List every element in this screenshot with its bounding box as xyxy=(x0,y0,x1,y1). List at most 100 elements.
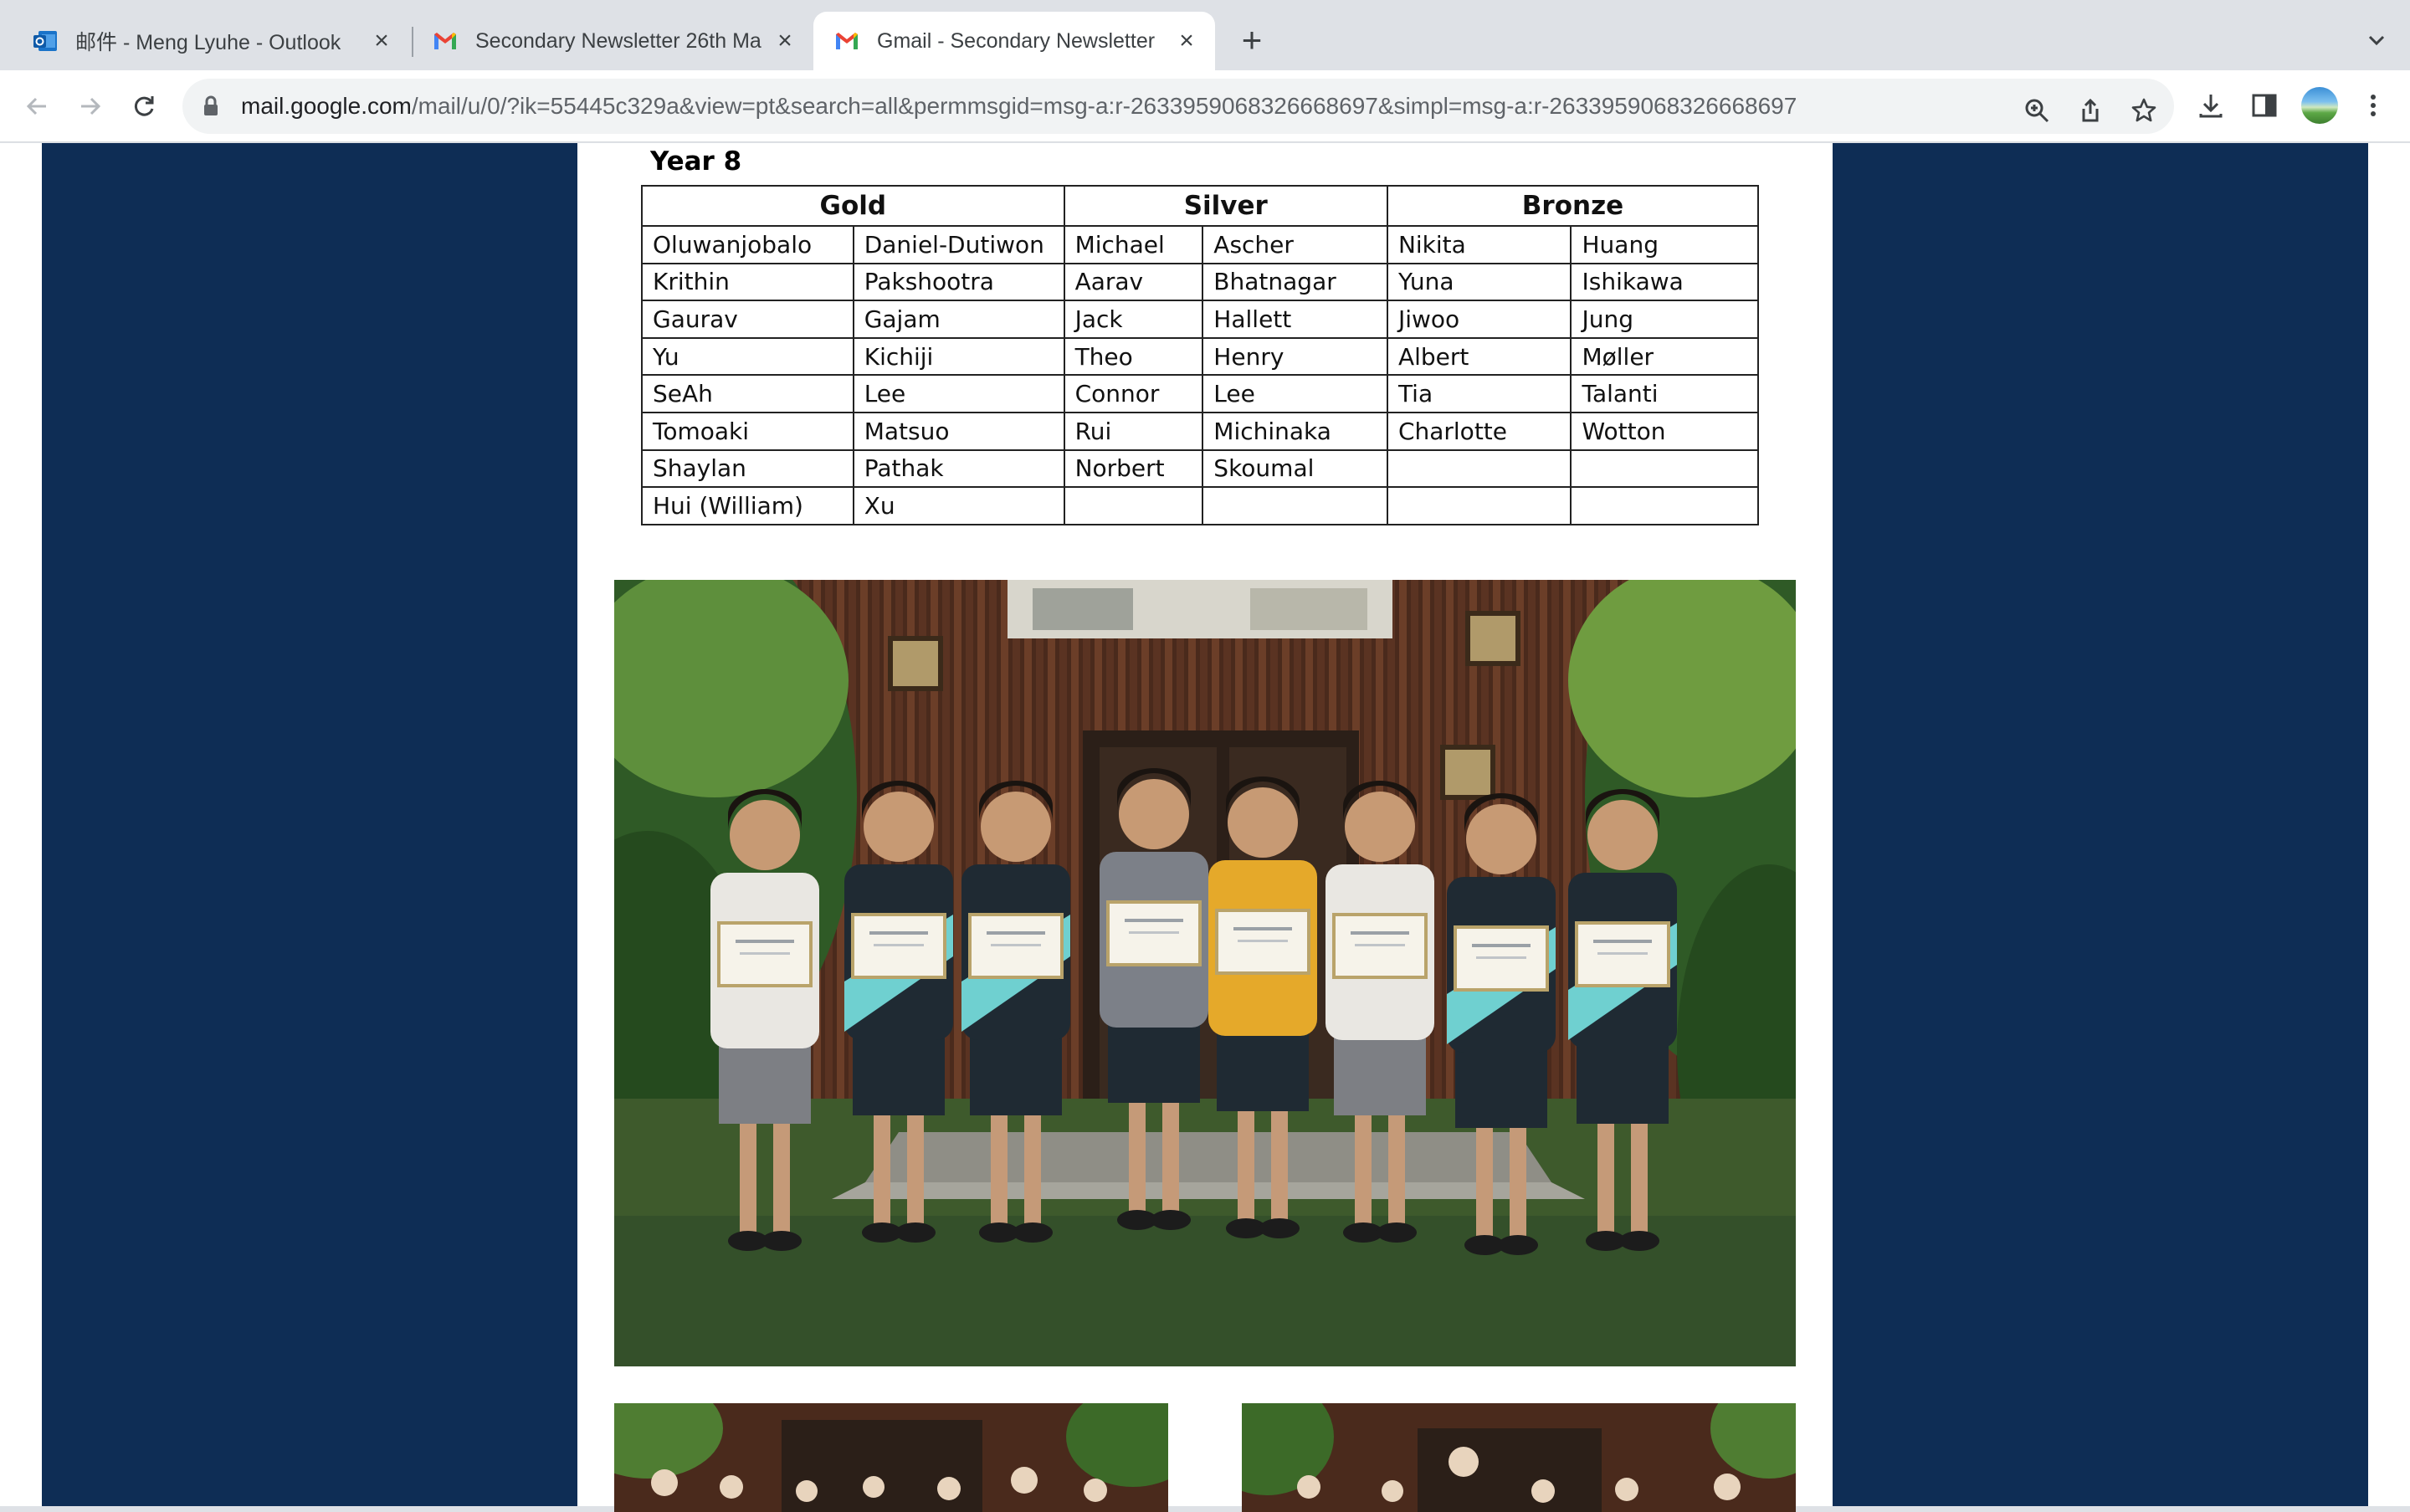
gold-last-name: Matsuo xyxy=(852,411,1065,451)
awards-header-row: Gold Silver Bronze xyxy=(641,185,1760,227)
gold-first-name: Oluwanjobalo xyxy=(641,225,854,264)
address-bar[interactable]: mail.google.com/mail/u/0/?ik=55445c329a&… xyxy=(182,79,2174,134)
award-group-photo-3 xyxy=(1242,1403,1796,1512)
silver-last-name: Lee xyxy=(1202,374,1388,413)
awards-row: Yu Kichiji Theo Henry Albert Møller xyxy=(641,336,1759,377)
outlook-icon xyxy=(32,28,59,54)
bronze-first-name: Jiwoo xyxy=(1386,300,1572,339)
silver-last-name: Hallett xyxy=(1202,300,1388,339)
silver-last-name: Henry xyxy=(1202,336,1388,377)
gold-last-name: Daniel-Dutiwon xyxy=(852,225,1065,264)
gold-first-name: Shaylan xyxy=(641,448,854,489)
awards-table: Gold Silver Bronze Oluwanjobalo Daniel-Du… xyxy=(641,185,1760,525)
bronze-first-name: Albert xyxy=(1386,336,1572,377)
download-icon[interactable] xyxy=(2192,87,2229,124)
url-path: /mail/u/0/?ik=55445c329a&view=pt&search=… xyxy=(411,93,1797,119)
bronze-last-name xyxy=(1570,448,1759,489)
side-panel-icon[interactable] xyxy=(2246,87,2283,124)
gold-last-name: Pakshootra xyxy=(852,262,1065,302)
gold-last-name: Kichiji xyxy=(852,336,1065,377)
awards-row: Krithin Pakshootra Aarav Bhatnagar Yuna Ishik… xyxy=(641,262,1759,302)
gold-first-name: Yu xyxy=(641,336,854,377)
bronze-first-name: Tia xyxy=(1386,374,1572,413)
tab-title: Gmail - Secondary Newsletter xyxy=(877,28,1156,53)
bronze-last-name: Møller xyxy=(1570,336,1759,377)
url-text: mail.google.com/mail/u/0/?ik=55445c329a&… xyxy=(241,93,1797,120)
new-tab-button[interactable]: + xyxy=(1233,20,1270,59)
gold-last-name: Lee xyxy=(852,374,1065,413)
bronze-first-name: Charlotte xyxy=(1386,411,1572,451)
bronze-first-name: Yuna xyxy=(1386,262,1572,302)
tab-secondary-newsletter[interactable]: Secondary Newsletter 26th Ma × xyxy=(400,12,813,70)
silver-first-name: Rui xyxy=(1063,411,1204,451)
gold-last-name: Pathak xyxy=(852,448,1065,489)
bookmark-star-icon[interactable] xyxy=(2129,95,2159,126)
gold-last-name: Gajam xyxy=(852,300,1065,339)
gold-header: Gold xyxy=(641,185,1065,227)
close-tab-icon[interactable]: × xyxy=(365,24,398,58)
close-tab-icon[interactable]: × xyxy=(768,24,802,58)
gold-last-name: Xu xyxy=(852,486,1065,525)
gold-first-name: Gaurav xyxy=(641,300,854,339)
back-arrow-icon[interactable] xyxy=(18,88,55,125)
award-group-photo-2 xyxy=(614,1403,1168,1512)
silver-last-name: Ascher xyxy=(1202,225,1388,264)
bronze-first-name xyxy=(1386,448,1572,489)
bronze-last-name: Wotton xyxy=(1570,411,1759,451)
browser-toolbar: mail.google.com/mail/u/0/?ik=55445c329a&… xyxy=(0,70,2410,142)
awards-row: Hui (William) Xu xyxy=(641,486,1759,525)
tab-title: 邮件 - Meng Lyuhe - Outlook xyxy=(75,31,341,54)
awards-row: Gaurav Gajam Jack Hallett Jiwoo Jung xyxy=(641,300,1759,339)
tab-title: Secondary Newsletter 26th Ma xyxy=(475,28,761,53)
silver-first-name: Theo xyxy=(1063,336,1204,377)
reload-icon[interactable] xyxy=(126,88,162,125)
silver-first-name xyxy=(1063,486,1204,525)
bronze-header: Bronze xyxy=(1386,185,1760,227)
bronze-last-name: Jung xyxy=(1570,300,1759,339)
bronze-first-name: Nikita xyxy=(1386,225,1572,264)
gmail-icon xyxy=(432,28,459,54)
page-content: Year 8 Gold Silver Bronze Oluwanjobalo Da… xyxy=(0,143,2410,1512)
profile-avatar[interactable] xyxy=(2301,87,2338,124)
page-scroll-gutter xyxy=(2368,143,2410,1506)
silver-last-name: Michinaka xyxy=(1202,411,1388,451)
silver-header: Silver xyxy=(1063,185,1388,227)
silver-first-name: Norbert xyxy=(1063,448,1204,489)
url-host: mail.google.com xyxy=(241,93,412,119)
share-icon[interactable] xyxy=(2075,95,2105,126)
gold-first-name: Krithin xyxy=(641,262,854,302)
gmail-icon xyxy=(833,28,860,54)
award-group-photo xyxy=(614,580,1796,1366)
forward-arrow-icon[interactable] xyxy=(72,88,109,125)
bronze-last-name: Talanti xyxy=(1570,374,1759,413)
bronze-last-name: Ishikawa xyxy=(1570,262,1759,302)
tab-search-chevron-icon[interactable] xyxy=(2360,23,2393,57)
silver-first-name: Aarav xyxy=(1063,262,1204,302)
silver-first-name: Connor xyxy=(1063,374,1204,413)
gold-first-name: SeAh xyxy=(641,374,854,413)
tab-gmail-newsletter[interactable]: Gmail - Secondary Newsletter × xyxy=(813,12,1215,70)
tab-outlook[interactable]: 邮件 - Meng Lyuhe - Outlook × xyxy=(0,12,410,70)
bronze-first-name xyxy=(1386,486,1572,525)
awards-row: Shaylan Pathak Norbert Skoumal xyxy=(641,448,1759,489)
browser-tab-strip: 邮件 - Meng Lyuhe - Outlook × Secondary Ne… xyxy=(0,0,2410,70)
silver-first-name: Jack xyxy=(1063,300,1204,339)
awards-row: SeAh Lee Connor Lee Tia Talanti xyxy=(641,374,1759,413)
silver-last-name xyxy=(1202,486,1388,525)
gold-first-name: Hui (William) xyxy=(641,486,854,525)
silver-last-name: Bhatnagar xyxy=(1202,262,1388,302)
bronze-last-name xyxy=(1570,486,1759,525)
close-tab-icon[interactable]: × xyxy=(1170,24,1203,58)
awards-row: Oluwanjobalo Daniel-Dutiwon Michael Ascher N… xyxy=(641,225,1759,264)
zoom-icon[interactable] xyxy=(2022,95,2052,126)
navy-side-panel-right xyxy=(1833,143,2368,1506)
more-menu-icon[interactable] xyxy=(2355,87,2392,124)
silver-first-name: Michael xyxy=(1063,225,1204,264)
bronze-last-name: Huang xyxy=(1570,225,1759,264)
gold-first-name: Tomoaki xyxy=(641,411,854,451)
silver-last-name: Skoumal xyxy=(1202,448,1388,489)
year-heading: Year 8 xyxy=(650,146,742,177)
lock-icon[interactable] xyxy=(199,95,223,118)
navy-side-panel-left xyxy=(42,143,577,1506)
awards-row: Tomoaki Matsuo Rui Michinaka Charlotte Wotton xyxy=(641,411,1759,451)
